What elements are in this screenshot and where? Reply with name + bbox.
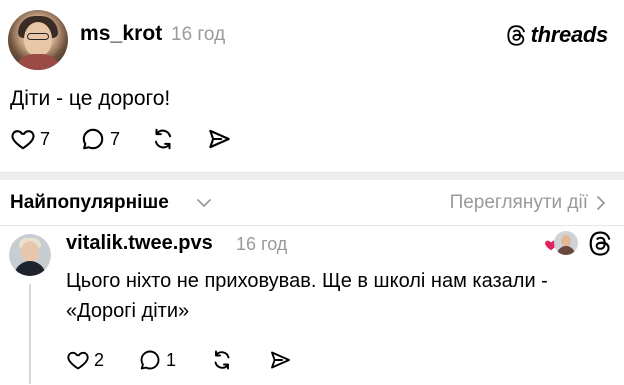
heart-icon	[11, 130, 35, 150]
author-avatar[interactable]	[8, 10, 68, 70]
reply-comment-button[interactable]: 1	[138, 348, 176, 372]
chevron-right-icon[interactable]	[594, 194, 608, 212]
thread-line	[29, 284, 31, 384]
reply-time: 16 год	[236, 234, 288, 254]
reply-text: Цього ніхто не приховував. Ще в школі на…	[66, 270, 548, 322]
reply-author-avatar[interactable]	[9, 234, 51, 276]
comment-icon	[140, 350, 160, 370]
send-icon	[271, 351, 290, 369]
like-count: 7	[40, 128, 51, 149]
reply-like-button[interactable]: 2	[66, 348, 104, 372]
reply-button[interactable]: 7	[80, 126, 120, 152]
reply-post: vitalik.twee.pvs 16 год Цього ніхто не п…	[0, 228, 624, 385]
comment-icon	[82, 128, 104, 150]
view-activity-link[interactable]: Переглянути дії	[450, 192, 588, 214]
avatar-glasses	[27, 33, 49, 40]
like-button[interactable]: 7	[10, 126, 50, 152]
reply-like-count: 2	[94, 349, 105, 370]
threads-logo-icon	[507, 25, 525, 46]
reply-actions: 2 1	[66, 346, 326, 374]
reply-repost-button[interactable]	[210, 348, 234, 372]
repost-icon	[154, 128, 172, 150]
reply-username[interactable]: vitalik.twee.pvs	[66, 232, 213, 255]
chevron-down-icon[interactable]	[196, 196, 212, 210]
reply-comment-count: 1	[166, 349, 177, 370]
sort-dropdown[interactable]: Найпопулярніше	[10, 192, 169, 214]
send-icon	[209, 129, 230, 149]
post-time: 16 год	[171, 24, 226, 45]
avatar-shirt	[14, 54, 62, 70]
post-actions: 7 7	[10, 124, 262, 154]
threads-brand: threads	[506, 22, 608, 48]
author-username[interactable]: ms_krot	[80, 22, 162, 46]
heart-icon	[67, 351, 89, 370]
repost-icon	[214, 350, 230, 370]
avatar-body	[557, 246, 575, 255]
avatar-face	[21, 241, 39, 263]
reply-share-button[interactable]	[268, 348, 292, 372]
section-divider	[0, 172, 624, 180]
reply-count: 7	[110, 128, 121, 149]
author-like-avatar	[554, 231, 578, 255]
threads-wordmark: threads	[530, 22, 609, 47]
avatar-body	[14, 261, 46, 276]
repost-button[interactable]	[150, 126, 176, 152]
post-text: Діти - це дорого!	[10, 87, 171, 110]
threads-logo-icon[interactable]	[588, 230, 614, 256]
main-post: ms_krot 16 год threads Діти - це дорого!…	[0, 0, 624, 170]
share-button[interactable]	[206, 126, 232, 152]
replies-bar: Найпопулярніше Переглянути дії	[0, 180, 624, 226]
